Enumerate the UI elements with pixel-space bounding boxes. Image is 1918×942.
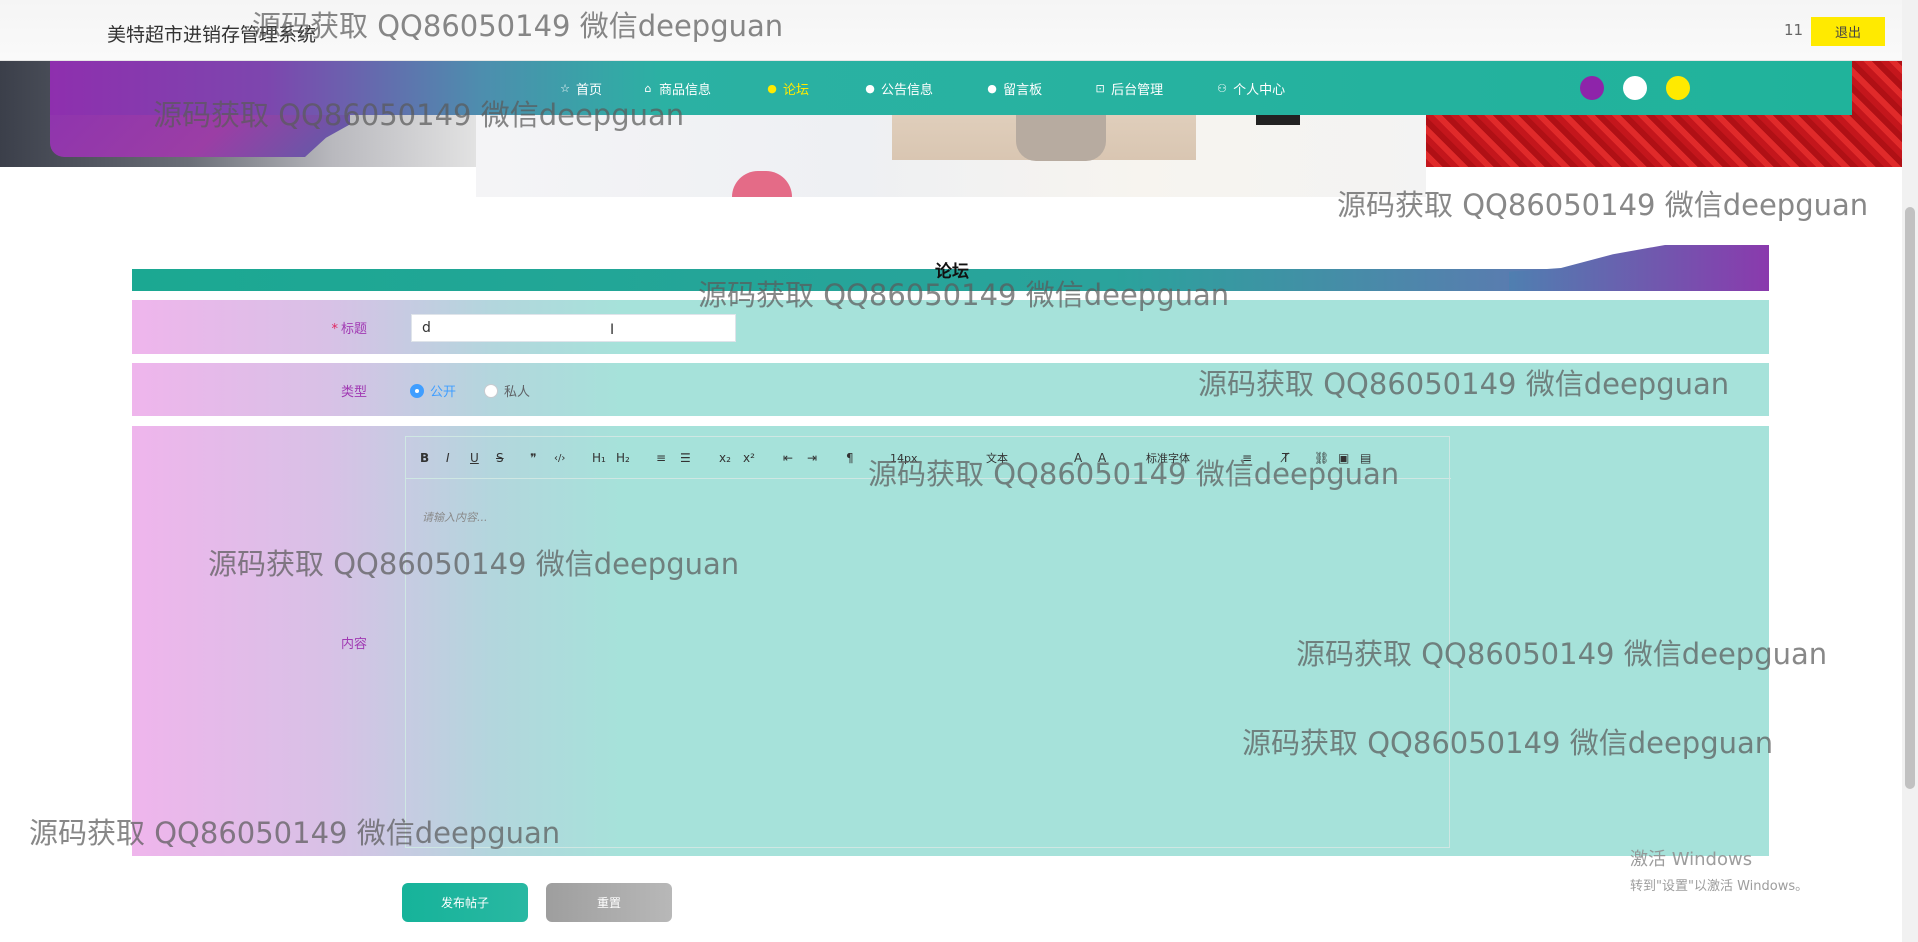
type-radio-public[interactable]: 公开 [410, 381, 456, 400]
title-label-text: 标题 [340, 322, 367, 337]
watermark: 源码获取 QQ86050149 微信deepguan [698, 278, 1230, 312]
nav-item-label: 论坛 [783, 82, 810, 98]
theme-dot-purple[interactable] [1580, 76, 1604, 100]
strikethrough-icon[interactable]: S [496, 449, 504, 467]
underline-icon[interactable]: U [470, 449, 479, 467]
watermark: 源码获取 QQ86050149 微信deepguan [1242, 726, 1774, 760]
text-cursor-icon: I [610, 322, 615, 338]
bold-icon[interactable]: B [420, 449, 429, 467]
outdent-icon[interactable]: ⇤ [783, 449, 793, 467]
header-1-icon[interactable]: H₁ [592, 449, 606, 467]
page-scrollbar[interactable] [1902, 0, 1918, 942]
nav-item-admin[interactable]: ⊡ 后台管理 [1093, 79, 1163, 98]
nav-item-announcements[interactable]: ● 公告信息 [863, 79, 933, 98]
nav-item-label: 留言板 [1003, 82, 1043, 98]
logout-button[interactable]: 退出 [1811, 17, 1885, 46]
nav-item-profile[interactable]: ⚇ 个人中心 [1215, 79, 1285, 98]
rich-text-editor: B I U S ❞ ‹/› H₁ H₂ ≡ ☰ x₂ x² ⇤ ⇥ ¶ 14px… [405, 436, 1451, 848]
nav-item-label: 公告信息 [881, 82, 934, 98]
watermark: 源码获取 QQ86050149 微信deepguan [1337, 188, 1869, 222]
code-block-icon[interactable]: ‹/› [554, 449, 565, 467]
header-2-icon[interactable]: H₂ [616, 449, 630, 467]
nav-item-label: 个人中心 [1233, 82, 1286, 98]
radio-label: 公开 [430, 385, 457, 400]
indent-icon[interactable]: ⇥ [807, 449, 817, 467]
windows-activation-title: 激活 Windows [1630, 849, 1753, 870]
editor-placeholder[interactable]: 请输入内容... [422, 509, 488, 525]
nav-item-message-board[interactable]: ● 留言板 [985, 79, 1042, 98]
subscript-icon[interactable]: x₂ [719, 449, 731, 467]
windows-activation-subtitle: 转到"设置"以激活 Windows。 [1630, 879, 1809, 894]
content-label: 内容 [340, 637, 367, 652]
username-label: 11 [1784, 21, 1804, 39]
title-input[interactable] [411, 314, 736, 342]
watermark: 源码获取 QQ86050149 微信deepguan [1296, 637, 1828, 671]
info-circle-icon: ● [865, 81, 875, 95]
type-label: 类型 [340, 385, 367, 400]
windows-activation-notice: 激活 Windows 转到"设置"以激活 Windows。 [1630, 845, 1808, 894]
superscript-icon[interactable]: x² [743, 449, 755, 467]
watermark: 源码获取 QQ86050149 微信deepguan [252, 9, 784, 43]
watermark: 源码获取 QQ86050149 微信deepguan [208, 547, 740, 581]
blockquote-icon[interactable]: ❞ [530, 449, 536, 467]
watermark: 源码获取 QQ86050149 微信deepguan [1198, 367, 1730, 401]
info-circle-icon: ● [767, 81, 777, 95]
type-radio-private[interactable]: 私人 [484, 381, 530, 400]
nav-item-label: 后台管理 [1111, 82, 1164, 98]
briefcase-icon: ⊡ [1095, 81, 1105, 95]
watermark: 源码获取 QQ86050149 微信deepguan [868, 457, 1400, 491]
nav-item-forum[interactable]: ● 论坛 [765, 79, 809, 98]
title-label: * 标题 [132, 318, 367, 337]
radio-label: 私人 [504, 385, 531, 400]
radio-circle [410, 383, 424, 398]
ordered-list-icon[interactable]: ≡ [656, 449, 666, 467]
page-root: { "header": { "app_title": "美特超市进销存管理系统"… [0, 0, 1918, 942]
theme-switcher [1580, 76, 1709, 100]
watermark: 源码获取 QQ86050149 微信deepguan [29, 816, 561, 850]
italic-icon[interactable]: I [446, 449, 450, 467]
scrollbar-thumb[interactable] [1905, 207, 1915, 789]
theme-dot-white[interactable] [1623, 76, 1647, 100]
bullet-list-icon[interactable]: ☰ [680, 449, 691, 467]
radio-circle [484, 383, 498, 398]
required-mark: * [331, 322, 338, 337]
section-wave [1509, 245, 1769, 291]
reset-button[interactable]: 重置 [546, 883, 672, 922]
text-direction-icon[interactable]: ¶ [846, 449, 854, 467]
publish-post-button[interactable]: 发布帖子 [402, 883, 528, 922]
banner-pink-shape [732, 171, 792, 197]
info-circle-icon: ● [987, 81, 997, 95]
theme-dot-yellow[interactable] [1666, 76, 1690, 100]
user-icon: ⚇ [1217, 81, 1228, 95]
watermark: 源码获取 QQ86050149 微信deepguan [153, 98, 685, 132]
